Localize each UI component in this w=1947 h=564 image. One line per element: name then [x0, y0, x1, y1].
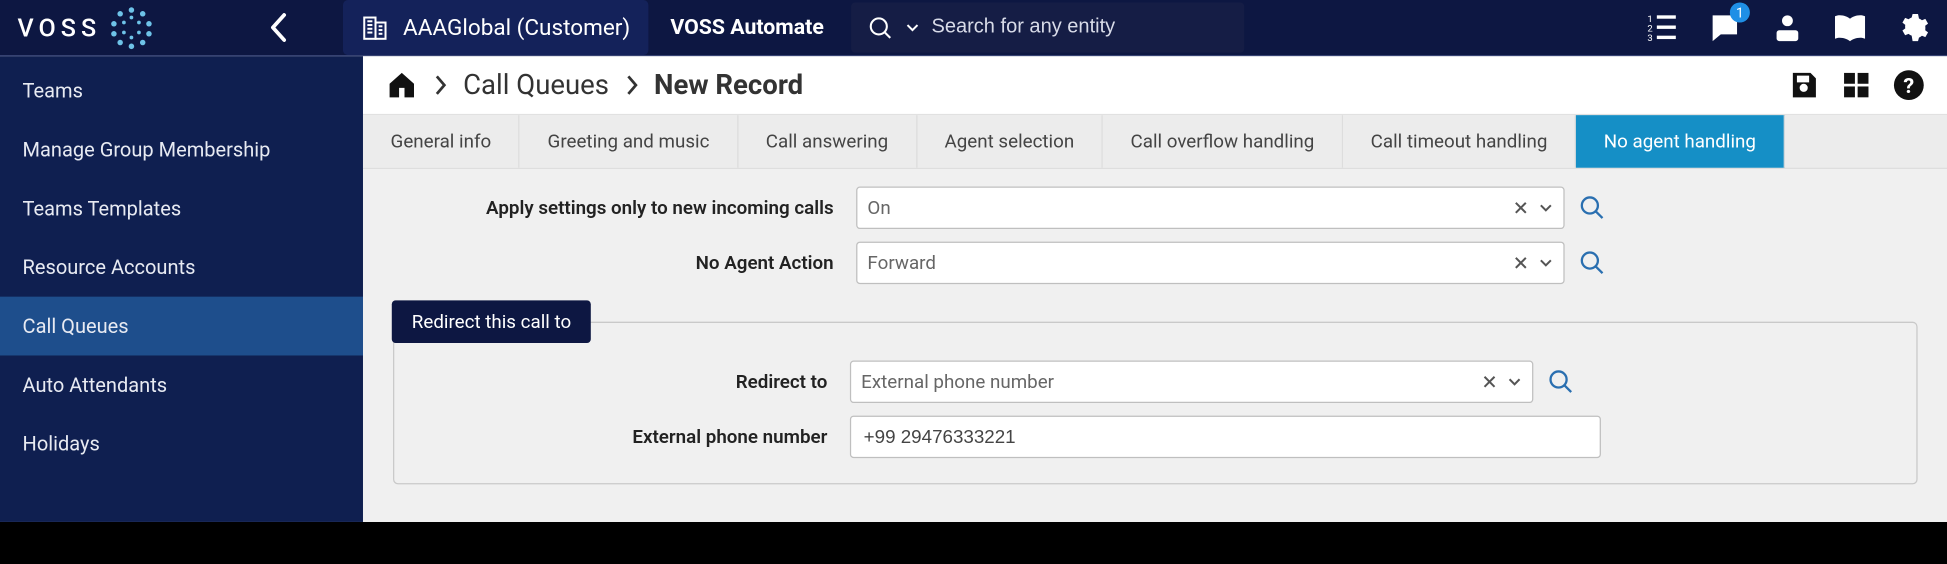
apply-settings-select[interactable]: On	[856, 187, 1564, 230]
no-agent-action-label: No Agent Action	[393, 252, 856, 275]
tab-label: Call overflow handling	[1131, 130, 1315, 153]
sidebar: Teams Manage Group Membership Teams Temp…	[0, 56, 363, 522]
logo: VOSS	[18, 5, 256, 50]
svg-text:?: ?	[1903, 74, 1914, 99]
clear-icon[interactable]	[1482, 374, 1497, 389]
tab-call-overflow[interactable]: Call overflow handling	[1103, 115, 1343, 168]
chat-badge: 1	[1730, 3, 1750, 23]
no-agent-action-select[interactable]: Forward	[856, 242, 1564, 285]
tab-label: General info	[391, 130, 492, 153]
gear-icon[interactable]	[1895, 10, 1930, 45]
sidebar-item-manage-group[interactable]: Manage Group Membership	[0, 120, 363, 179]
lookup-icon[interactable]	[1546, 367, 1576, 397]
sidebar-item-label: Auto Attendants	[23, 373, 168, 397]
tab-call-timeout[interactable]: Call timeout handling	[1343, 115, 1576, 168]
help-icon[interactable]: ?	[1893, 69, 1926, 102]
numbered-list-icon[interactable]: 123	[1645, 10, 1680, 45]
search-input[interactable]	[931, 16, 1229, 39]
tab-call-answering[interactable]: Call answering	[738, 115, 917, 168]
redirect-to-select[interactable]: External phone number	[850, 360, 1533, 403]
tab-label: Call timeout handling	[1371, 130, 1548, 153]
logo-text: VOSS	[18, 13, 102, 43]
chevron-right-icon	[433, 74, 448, 97]
home-icon[interactable]	[386, 69, 419, 102]
apps-grid-icon[interactable]	[1840, 69, 1873, 102]
lookup-icon[interactable]	[1577, 248, 1607, 278]
chevron-down-icon[interactable]	[906, 21, 919, 34]
clear-icon[interactable]	[1513, 200, 1528, 215]
global-search[interactable]	[851, 3, 1244, 53]
external-phone-input[interactable]	[850, 416, 1601, 459]
chat-icon[interactable]: 1	[1707, 10, 1742, 45]
select-value: Forward	[867, 252, 1513, 275]
sidebar-item-label: Resource Accounts	[23, 255, 196, 279]
tabs: General info Greeting and music Call ans…	[363, 115, 1947, 169]
chevron-down-icon[interactable]	[1538, 255, 1553, 270]
lookup-icon[interactable]	[1577, 193, 1607, 223]
redirect-fieldset: Redirect this call to Redirect to Extern…	[393, 322, 1918, 485]
sidebar-item-resource-accounts[interactable]: Resource Accounts	[0, 238, 363, 297]
sidebar-item-label: Teams Templates	[23, 197, 182, 221]
building-icon	[360, 13, 390, 43]
context-chip[interactable]: AAAGlobal (Customer)	[343, 0, 648, 55]
tab-label: Greeting and music	[548, 130, 710, 153]
fieldset-legend: Redirect this call to	[392, 300, 591, 343]
tab-label: No agent handling	[1604, 130, 1756, 153]
sidebar-item-label: Teams	[23, 79, 83, 103]
logo-burst-icon	[109, 5, 154, 50]
save-icon[interactable]	[1787, 69, 1820, 102]
select-value: External phone number	[861, 371, 1482, 394]
tab-no-agent[interactable]: No agent handling	[1576, 115, 1785, 168]
sidebar-item-label: Holidays	[23, 432, 100, 456]
chevron-down-icon[interactable]	[1538, 200, 1553, 215]
product-name: VOSS Automate	[670, 15, 823, 40]
redirect-to-label: Redirect to	[424, 371, 850, 394]
external-phone-label: External phone number	[424, 426, 850, 449]
back-button[interactable]	[268, 11, 331, 44]
apply-settings-label: Apply settings only to new incoming call…	[393, 197, 856, 220]
sidebar-item-label: Call Queues	[23, 314, 129, 338]
search-scope-icon[interactable]	[866, 14, 894, 42]
sidebar-item-teams-templates[interactable]: Teams Templates	[0, 179, 363, 238]
sidebar-item-call-queues[interactable]: Call Queues	[0, 297, 363, 356]
breadcrumb: Call Queues New Record	[386, 69, 1770, 102]
breadcrumb-current: New Record	[654, 69, 803, 100]
breadcrumb-parent[interactable]: Call Queues	[463, 69, 609, 100]
clear-icon[interactable]	[1513, 255, 1528, 270]
tab-label: Call answering	[766, 130, 888, 153]
chevron-right-icon	[624, 74, 639, 97]
sidebar-item-label: Manage Group Membership	[23, 138, 271, 162]
sidebar-item-teams[interactable]: Teams	[0, 61, 363, 120]
chevron-down-icon[interactable]	[1507, 374, 1522, 389]
select-value: On	[867, 197, 1513, 220]
context-label: AAAGlobal (Customer)	[403, 14, 630, 40]
sidebar-item-auto-attendants[interactable]: Auto Attendants	[0, 355, 363, 414]
sidebar-item-holidays[interactable]: Holidays	[0, 414, 363, 473]
book-icon[interactable]	[1833, 10, 1868, 45]
tab-greeting-music[interactable]: Greeting and music	[520, 115, 738, 168]
svg-text:3: 3	[1647, 33, 1652, 44]
tab-label: Agent selection	[945, 130, 1075, 153]
tab-agent-selection[interactable]: Agent selection	[917, 115, 1103, 168]
tab-general-info[interactable]: General info	[363, 115, 520, 168]
user-icon[interactable]	[1770, 10, 1805, 45]
